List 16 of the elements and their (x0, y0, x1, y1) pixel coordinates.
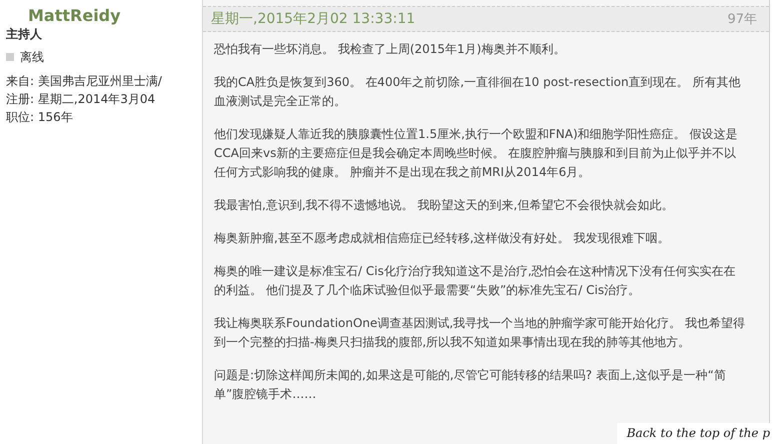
post-paragraph: 梅奥新肿瘤,甚至不愿考虑成就相信癌症已经转移,这样做没有好处。 我发现很难下咽。 (214, 230, 670, 247)
post-paragraph: 我的CA胜负是恢复到360。 在400年之前切除,一直徘徊在10 post-resection直到现在。 所有其他血液测试是完全正常的。 (214, 74, 742, 110)
post-paragraph: 他们发现嫌疑人靠近我的胰腺囊性位置1.5厘米,执行一个欧盟和FNA)和细胞学阳性癌症。 假设这是CCA回来vs新的主要癌症但是我会确定本周晚些时候。 在腹腔肿瘤与胰腺和到目前为止似乎并不以任何方式影响我的健康。 肿瘤并不是出现在我之前MRI从2014年6月。 (214, 126, 738, 181)
user-role: 主持人 (6, 26, 43, 42)
post-paragraph: 恐怕我有一些坏消息。 我检查了上周(2015年1月)梅奥并不顺利。 (214, 41, 566, 58)
post-paragraph: 问题是:切除这样闻所未闻的,如果这是可能的,尽管它可能转移的结果吗? 表面上,这似乎是一种“简单”腹腔镜手术…… (214, 367, 727, 403)
post-paragraph: 我最害怕,意识到,我不得不遗憾地说。 我盼望这天的到来,但希望它不会很快就会如此。 (214, 197, 674, 214)
post-number: 97年 (727, 11, 757, 28)
user-detail: 职位: 156年 (6, 109, 74, 126)
post-date: 星期一,2015年2月02 13:33:11 (211, 10, 416, 28)
user-detail: 注册: 星期二,2014年3月04 (6, 91, 156, 108)
username[interactable]: MattReidy (6, 6, 202, 26)
post-paragraph: 我让梅奥联系FoundationOne调查基因测试,我寻找一个当地的肿瘤学家可能开始化疗。 我也希望得到一个完整的扫描-梅奥只扫描我的腹部,所以我不知道如果事情出现在我的肺等其他地方。 (214, 315, 746, 351)
status-text: 离线 (20, 49, 44, 66)
user-detail: 来自: 美国弗吉尼亚州里士满/ (6, 73, 163, 90)
post-paragraph: 梅奥的唯一建议是标准宝石/ Cis化疗治疗我知道这不是治疗,恐怕会在这种情况下没有任何实实在在的利益。 他们提及了几个临床试验但似乎最需要“失败”的标准先宝石/ Cis治疗。 (214, 263, 737, 299)
